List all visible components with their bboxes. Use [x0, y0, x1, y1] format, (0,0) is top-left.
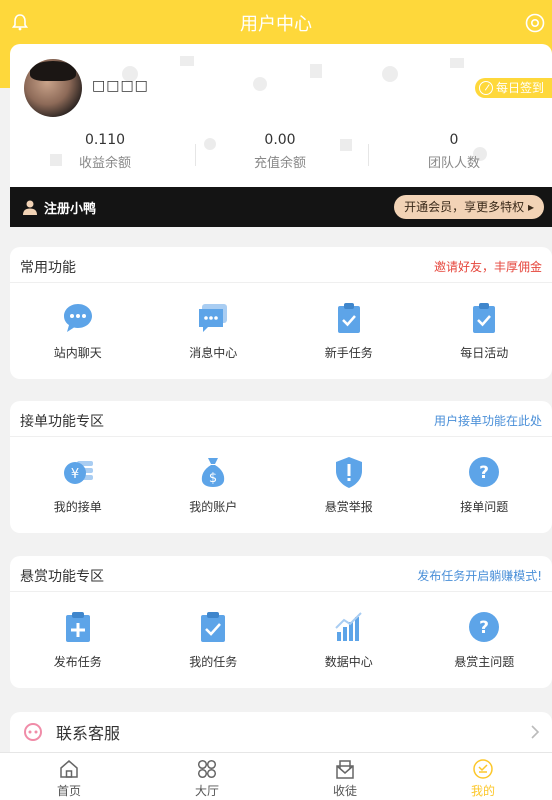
upgrade-vip-button[interactable]: 开通会员，享更多特权 ▸ — [394, 195, 544, 219]
hall-icon — [197, 759, 217, 779]
report-button[interactable]: 悬赏举报 — [281, 437, 417, 533]
my-account-button[interactable]: $ 我的账户 — [146, 437, 282, 533]
daily-signin-label: 每日签到 — [495, 81, 544, 95]
my-orders-button[interactable]: ¥ 我的接单 — [10, 437, 146, 533]
section-title: 常用功能 — [20, 260, 76, 276]
avatar[interactable] — [24, 59, 82, 117]
tab-label: 大厅 — [194, 784, 219, 798]
my-account-label: 我的账户 — [189, 500, 238, 514]
coins-icon: ¥ — [63, 461, 93, 484]
home-icon — [60, 760, 78, 778]
stat-team[interactable]: 0 团队人数 — [364, 132, 544, 171]
apprentice-icon — [336, 760, 354, 779]
tab-label: 我的 — [470, 784, 495, 798]
tab-mine[interactable]: 我的 — [414, 753, 552, 800]
page-title: 用户中心 — [240, 14, 312, 35]
section-common-functions: 常用功能 邀请好友，丰厚佣金 站内聊天 消息中心 新手任务 每日活动 — [10, 247, 552, 379]
my-tasks-button[interactable]: 我的任务 — [146, 592, 282, 688]
contact-service-row[interactable]: 联系客服 — [10, 712, 552, 752]
section-header: 常用功能 邀请好友，丰厚佣金 — [10, 247, 552, 283]
question-icon: ? — [469, 612, 500, 642]
message-center-button[interactable]: 消息中心 — [146, 283, 282, 379]
data-center-button[interactable]: 数据中心 — [281, 592, 417, 688]
stat-value: 0.110 — [84, 132, 126, 148]
section-note[interactable]: 发布任务开启躺赚模式! — [417, 567, 542, 584]
money-bag-icon: $ — [202, 458, 225, 487]
gear-icon[interactable] — [524, 12, 546, 34]
newbie-task-button[interactable]: 新手任务 — [281, 283, 417, 379]
publish-task-label: 发布任务 — [53, 655, 102, 669]
order-faq-button[interactable]: ? 接单问题 — [417, 437, 552, 533]
chat-icon — [63, 304, 92, 332]
stat-recharge[interactable]: 0.00 充值余额 — [190, 132, 370, 171]
section-title: 接单功能专区 — [20, 414, 104, 430]
stat-value: 0.00 — [264, 132, 296, 148]
daily-activity-button[interactable]: 每日活动 — [417, 283, 552, 379]
user-icon — [23, 200, 37, 215]
publish-icon — [65, 612, 90, 642]
chart-icon — [335, 612, 362, 641]
message-center-label: 消息中心 — [189, 346, 238, 360]
tab-home[interactable]: 首页 — [0, 753, 138, 800]
my-task-icon — [201, 612, 226, 642]
svg-text:?: ? — [479, 463, 489, 483]
chat-label: 站内聊天 — [53, 346, 102, 360]
member-level: 注册小鸭 — [44, 201, 97, 217]
stat-label: 团队人数 — [427, 156, 480, 171]
stat-label: 充值余额 — [253, 156, 306, 171]
tab-hall[interactable]: 大厅 — [138, 753, 276, 800]
data-center-label: 数据中心 — [324, 655, 373, 669]
newbie-task-label: 新手任务 — [324, 346, 373, 360]
publish-task-button[interactable]: 发布任务 — [10, 592, 146, 688]
report-label: 悬赏举报 — [324, 500, 373, 514]
tab-label: 收徒 — [332, 784, 357, 798]
shield-icon — [335, 457, 362, 488]
sponsor-faq-label: 悬赏主问题 — [454, 655, 515, 669]
vip-bar: 注册小鸭 开通会员，享更多特权 ▸ — [10, 187, 552, 227]
section-header: 接单功能专区 用户接单功能在此处 — [10, 401, 552, 437]
question-icon: ? — [469, 457, 500, 487]
stat-earnings[interactable]: 0.110 收益余额 — [15, 132, 195, 171]
message-icon — [199, 304, 228, 332]
svg-text:¥: ¥ — [71, 467, 79, 482]
invite-link[interactable]: 邀请好友，丰厚佣金 — [434, 258, 542, 275]
pencil-icon — [478, 81, 493, 95]
section-order-functions: 接单功能专区 用户接单功能在此处 ¥ 我的接单 $ 我的账户 悬赏举报 ? 接单… — [10, 401, 552, 533]
headset-icon — [24, 723, 42, 741]
mine-icon — [473, 759, 493, 779]
bottom-tab-bar: 首页 大厅 收徒 我的 — [0, 752, 552, 800]
section-title: 悬赏功能专区 — [20, 569, 104, 585]
section-note[interactable]: 用户接单功能在此处 — [434, 412, 542, 429]
daily-signin-button[interactable]: 每日签到 — [474, 78, 552, 98]
chevron-right-icon — [531, 725, 540, 739]
stat-value: 0 — [449, 132, 459, 148]
sponsor-faq-button[interactable]: ? 悬赏主问题 — [417, 592, 552, 688]
task-icon — [337, 303, 360, 333]
section-header: 悬赏功能专区 发布任务开启躺赚模式! — [10, 556, 552, 592]
my-tasks-label: 我的任务 — [189, 655, 238, 669]
chat-button[interactable]: 站内聊天 — [10, 283, 146, 379]
stat-label: 收益余额 — [78, 156, 131, 171]
tab-label: 首页 — [56, 784, 81, 798]
profile-card: □□□□ 每日签到 0.110 收益余额 0.00 充值余额 0 团队人数 — [10, 44, 552, 187]
order-faq-label: 接单问题 — [460, 500, 509, 514]
activity-icon — [473, 303, 496, 333]
contact-service-label: 联系客服 — [56, 724, 121, 743]
my-orders-label: 我的接单 — [53, 500, 102, 514]
svg-text:$: $ — [209, 471, 217, 486]
tab-apprentice[interactable]: 收徒 — [276, 753, 414, 800]
svg-text:?: ? — [479, 618, 489, 638]
daily-activity-label: 每日活动 — [460, 346, 509, 360]
section-reward-functions: 悬赏功能专区 发布任务开启躺赚模式! 发布任务 我的任务 数据中心 ? 悬赏主问… — [10, 556, 552, 688]
username: □□□□ — [92, 78, 149, 94]
